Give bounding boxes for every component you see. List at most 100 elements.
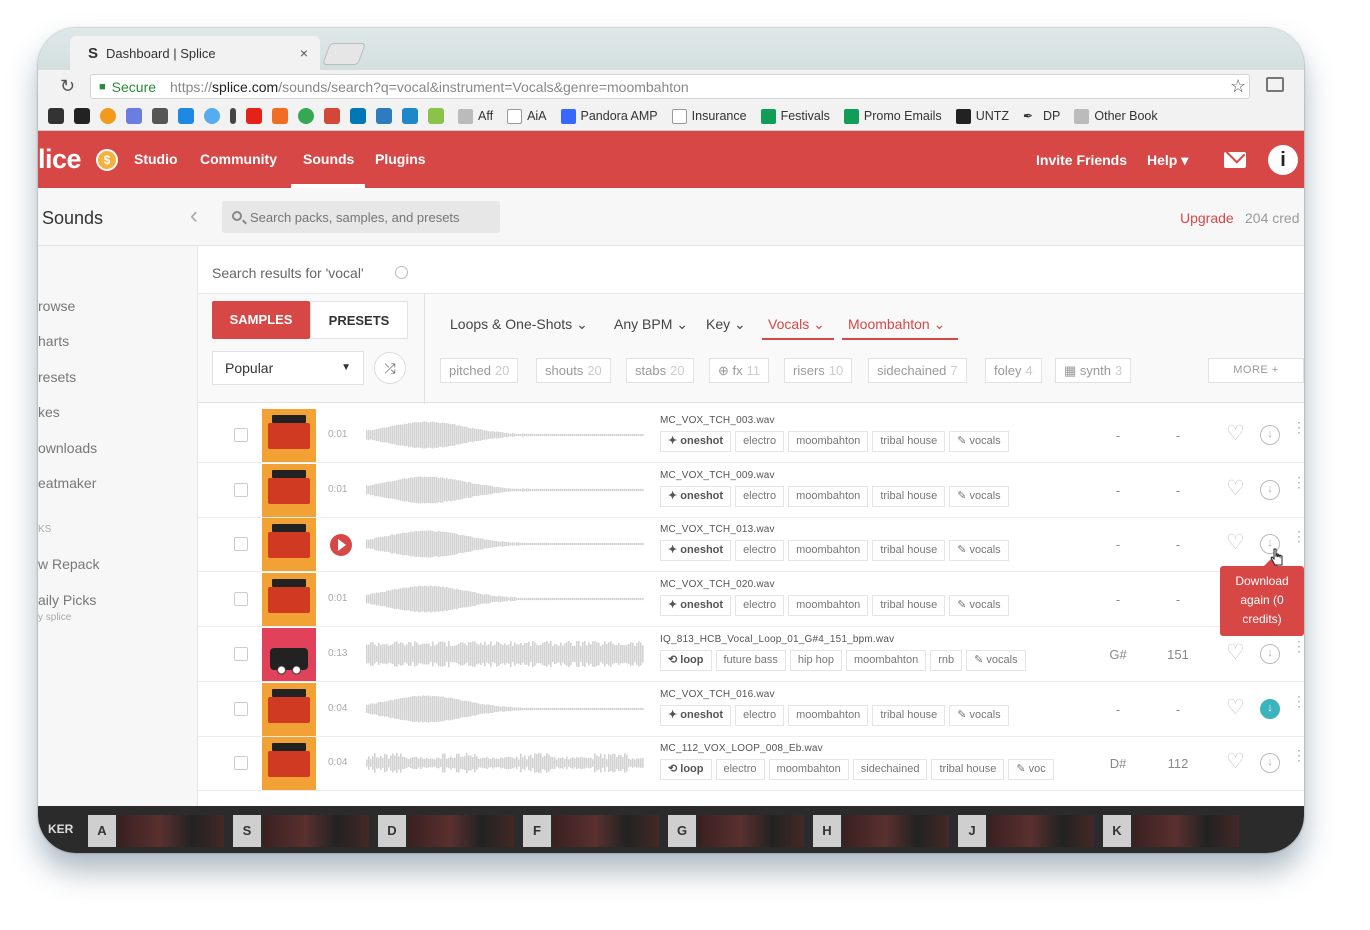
bookmark-icon[interactable] [324, 108, 340, 124]
sidebar-item-repack[interactable]: w Repack [38, 556, 99, 572]
tag-pill[interactable]: shouts 20 [536, 358, 611, 383]
more-options-icon[interactable]: ⋮ [1292, 639, 1304, 653]
tag[interactable]: tribal house [872, 704, 946, 726]
tag-pill[interactable]: risers 10 [784, 358, 853, 383]
file-name[interactable]: MC_112_VOX_LOOP_008_Eb.wav [660, 743, 823, 754]
sidebar-item-presets[interactable]: resets [38, 369, 76, 385]
file-name[interactable]: IQ_813_HCB_Vocal_Loop_01_G#4_151_bpm.wav [660, 634, 894, 645]
nav-plugins[interactable]: Plugins [375, 151, 426, 167]
row-checkbox[interactable] [234, 756, 248, 771]
download-icon[interactable]: ↓ [1260, 753, 1280, 774]
bookmark-icon[interactable] [428, 108, 444, 124]
tag[interactable]: ✎ vocals [949, 485, 1009, 507]
bookmark-icon[interactable] [152, 108, 168, 124]
filter-instrument-dropdown[interactable]: Vocals ⌄ [768, 316, 825, 333]
table-row[interactable]: 0:04 MC_112_VOX_LOOP_008_Eb.wav ⟲ loop elec… [198, 736, 1304, 792]
tag[interactable]: moombahton [788, 540, 869, 562]
file-name[interactable]: MC_VOX_TCH_009.wav [660, 470, 775, 481]
dock-key[interactable]: S [233, 815, 261, 847]
bookmark-icon[interactable] [350, 108, 366, 124]
sidebar-item-downloads[interactable]: ownloads [38, 440, 97, 456]
address-bar[interactable]: ■ Secure https:// splice.com /sounds/sea… [90, 74, 1250, 99]
waveform[interactable] [366, 529, 644, 559]
filter-bpm-dropdown[interactable]: Any BPM ⌄ [614, 316, 688, 333]
more-options-icon[interactable]: ⋮ [1292, 475, 1304, 489]
bookmark-icon[interactable] [230, 108, 236, 124]
bookmark-icon[interactable] [402, 108, 418, 124]
avatar[interactable]: i [1268, 145, 1298, 175]
tag[interactable]: ✦ oneshot [660, 704, 732, 726]
tag[interactable]: electro [735, 595, 785, 617]
dock-thumbnail[interactable] [263, 815, 369, 847]
more-options-icon[interactable]: ⋮ [1292, 529, 1304, 543]
tag[interactable]: moombahton [768, 759, 849, 781]
heart-icon[interactable]: ♡ [1226, 751, 1245, 772]
table-row[interactable]: 0:01 MC_VOX_TCH_020.wav ✦ oneshot electro mo… [198, 572, 1304, 628]
dock-key[interactable]: H [813, 815, 841, 847]
tab-presets[interactable]: PRESETS [310, 301, 408, 339]
table-row[interactable]: MC_VOX_TCH_013.wav ✦ oneshot electro moomba… [198, 517, 1304, 573]
tag[interactable]: ✎ vocals [949, 595, 1009, 617]
pack-artwork[interactable] [262, 409, 316, 462]
sidebar-item-daily-picks[interactable]: aily Picks [38, 592, 96, 608]
tag[interactable]: moombahton [846, 649, 927, 671]
sidebar-item-charts[interactable]: harts [38, 333, 69, 349]
tag[interactable]: moombahton [788, 704, 869, 726]
tag[interactable]: tribal house [872, 540, 946, 562]
tag[interactable]: ✎ voc [1008, 759, 1054, 781]
tag[interactable]: moombahton [788, 485, 869, 507]
more-options-icon[interactable]: ⋮ [1292, 694, 1304, 708]
help-menu[interactable]: Help ▾ [1147, 152, 1188, 169]
bookmark-icon[interactable] [376, 108, 392, 124]
file-name[interactable]: MC_VOX_TCH_016.wav [660, 689, 775, 700]
dock-thumbnail[interactable] [118, 815, 224, 847]
bookmark-pandora[interactable]: Pandora AMP [560, 108, 658, 124]
tag[interactable]: ✎ vocals [949, 431, 1009, 452]
dock-key[interactable]: G [668, 815, 696, 847]
bookmark-icon[interactable] [204, 108, 220, 124]
clear-search-icon[interactable] [395, 266, 408, 279]
nav-community[interactable]: Community [200, 151, 277, 167]
heart-icon[interactable]: ♡ [1226, 642, 1245, 663]
nav-studio[interactable]: Studio [134, 151, 178, 167]
table-row[interactable]: 0:04 MC_VOX_TCH_016.wav ✦ oneshot electro mo… [198, 682, 1304, 737]
bookmark-icon[interactable] [74, 108, 90, 124]
table-row[interactable]: 0:13 IQ_813_HCB_Vocal_Loop_01_G#4_151_bpm… [198, 627, 1304, 682]
waveform[interactable] [366, 475, 644, 505]
download-icon[interactable]: ↓ [1260, 643, 1280, 664]
tag[interactable]: electro [735, 704, 785, 726]
tag-pill[interactable]: foley 4 [985, 358, 1042, 383]
row-checkbox[interactable] [234, 701, 248, 716]
waveform[interactable] [366, 639, 644, 669]
tag[interactable]: electro [735, 431, 785, 452]
sidebar-item-likes[interactable]: kes [38, 404, 60, 420]
tag[interactable]: ✦ oneshot [660, 540, 732, 562]
download-icon[interactable]: ↓ [1260, 698, 1280, 719]
pack-artwork[interactable] [262, 737, 316, 791]
dock-key[interactable]: F [523, 815, 551, 847]
tag[interactable]: hip hop [789, 649, 843, 671]
filter-key-dropdown[interactable]: Key ⌄ [706, 316, 746, 333]
tag[interactable]: electro [735, 540, 785, 562]
shuffle-button[interactable]: ⤮ [374, 352, 406, 384]
tag[interactable]: tribal house [872, 431, 946, 452]
row-checkbox[interactable] [234, 482, 248, 497]
waveform[interactable] [366, 420, 644, 450]
pack-artwork[interactable] [262, 682, 316, 736]
tag[interactable]: ✎ vocals [949, 704, 1009, 726]
row-checkbox[interactable] [234, 537, 248, 552]
more-tags-button[interactable]: MORE + [1208, 358, 1304, 383]
bookmark-promo-emails[interactable]: Promo Emails [843, 108, 942, 124]
bookmark-other[interactable]: Other Book [1074, 108, 1158, 124]
waveform[interactable] [366, 748, 644, 778]
close-tab-icon[interactable]: × [300, 45, 308, 61]
file-name[interactable]: MC_VOX_TCH_003.wav [660, 415, 775, 426]
filter-type-dropdown[interactable]: Loops & One-Shots ⌄ [450, 316, 588, 333]
heart-icon[interactable]: ♡ [1226, 532, 1245, 553]
dock-thumbnail[interactable] [553, 815, 659, 847]
tag-pill[interactable]: ▦ synth 3 [1055, 358, 1132, 383]
sort-select[interactable]: Popular ▼ [212, 351, 364, 385]
tag-pill[interactable]: sidechained 7 [868, 358, 967, 383]
dock-key[interactable]: K [1103, 815, 1131, 847]
bookmark-icon[interactable] [298, 108, 314, 124]
